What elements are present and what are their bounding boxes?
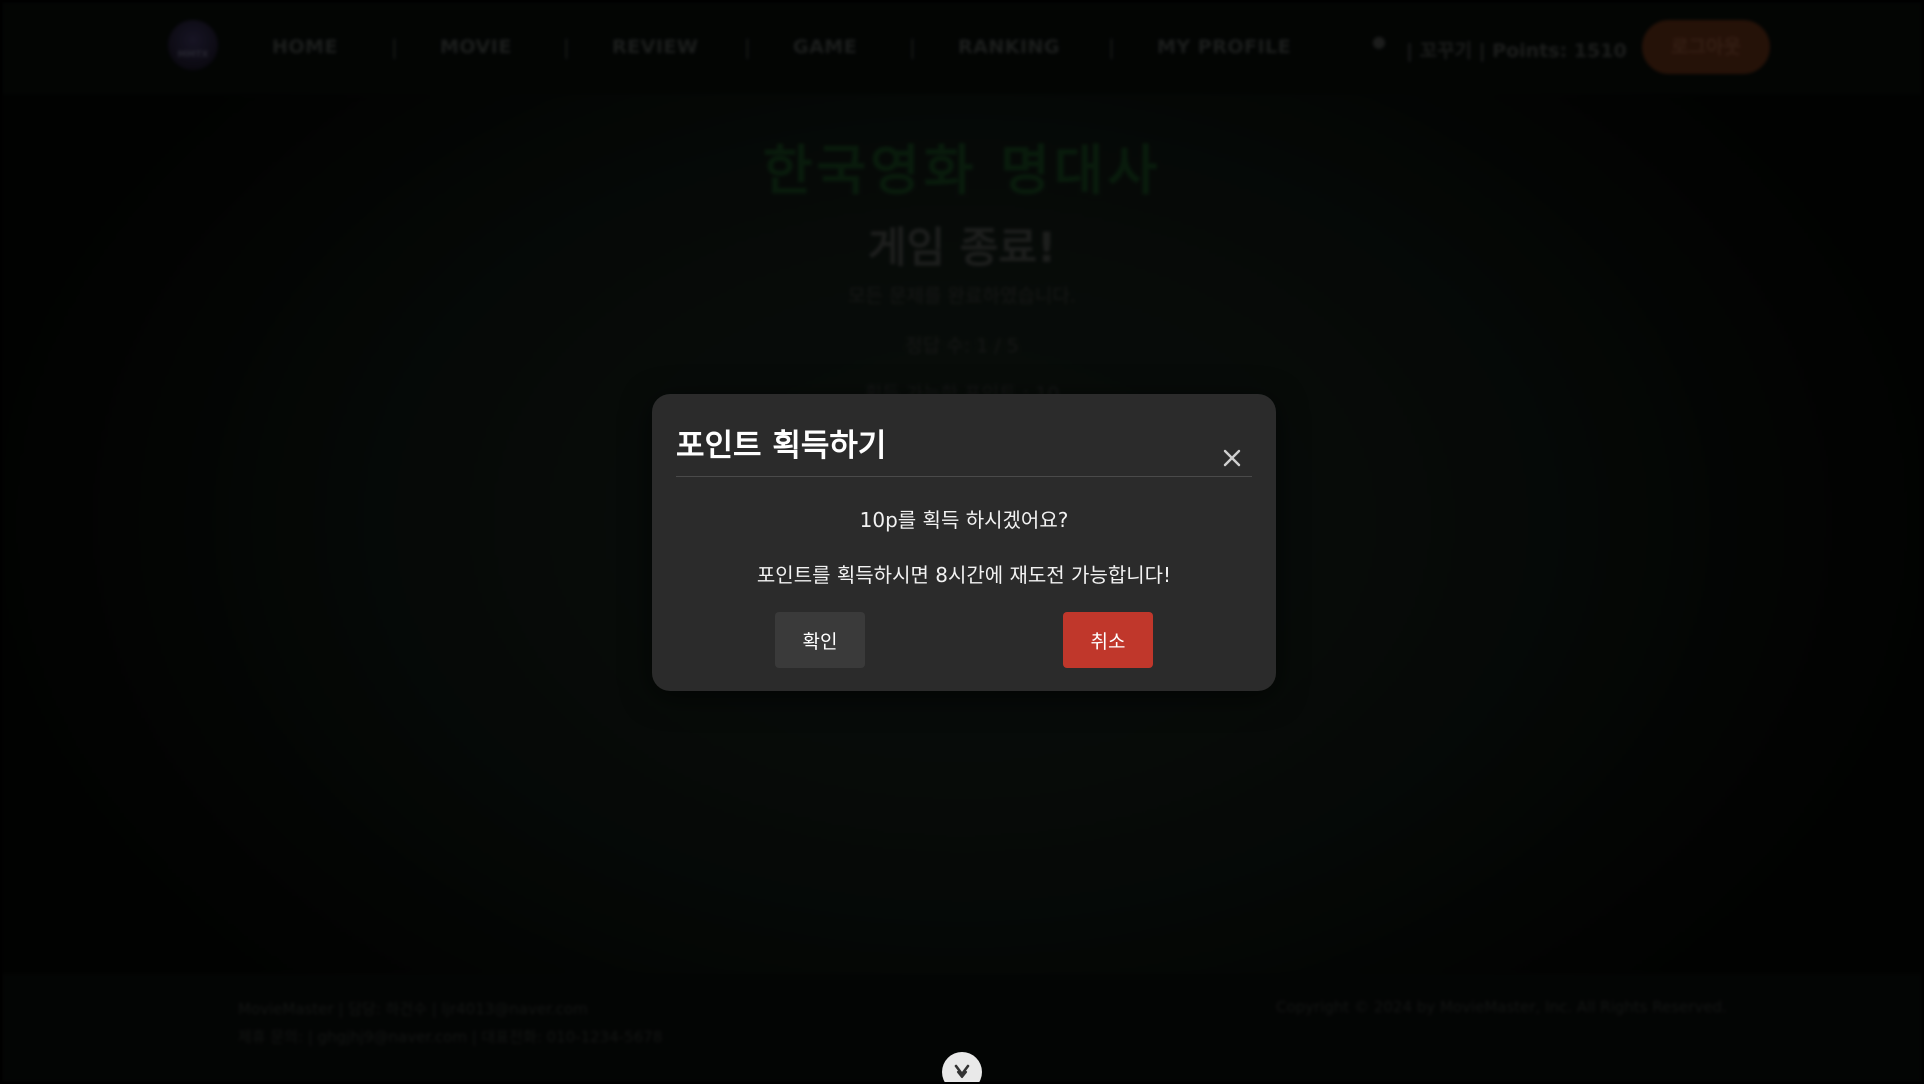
points-modal: 포인트 획득하기 10p를 획득 하시겠어요? 포인트를 획득하시면 8시간에 …: [652, 394, 1276, 691]
modal-question: 10p를 획득 하시겠어요?: [859, 508, 1069, 532]
modal-divider: [676, 476, 1252, 477]
close-icon: [1223, 449, 1241, 467]
viewport: MMTX HOME | MOVIE | REVIEW | GAME | RANK…: [2, 2, 1922, 1082]
chevron-down-icon: [954, 1064, 970, 1079]
scroll-down-button[interactable]: [942, 1052, 982, 1082]
modal-notice: 포인트를 획득하시면 8시간에 재도전 가능합니다!: [756, 563, 1172, 587]
modal-title: 포인트 획득하기: [676, 428, 887, 464]
close-button[interactable]: [1218, 444, 1246, 472]
confirm-button[interactable]: 확인: [775, 612, 865, 668]
cancel-button[interactable]: 취소: [1063, 612, 1153, 668]
